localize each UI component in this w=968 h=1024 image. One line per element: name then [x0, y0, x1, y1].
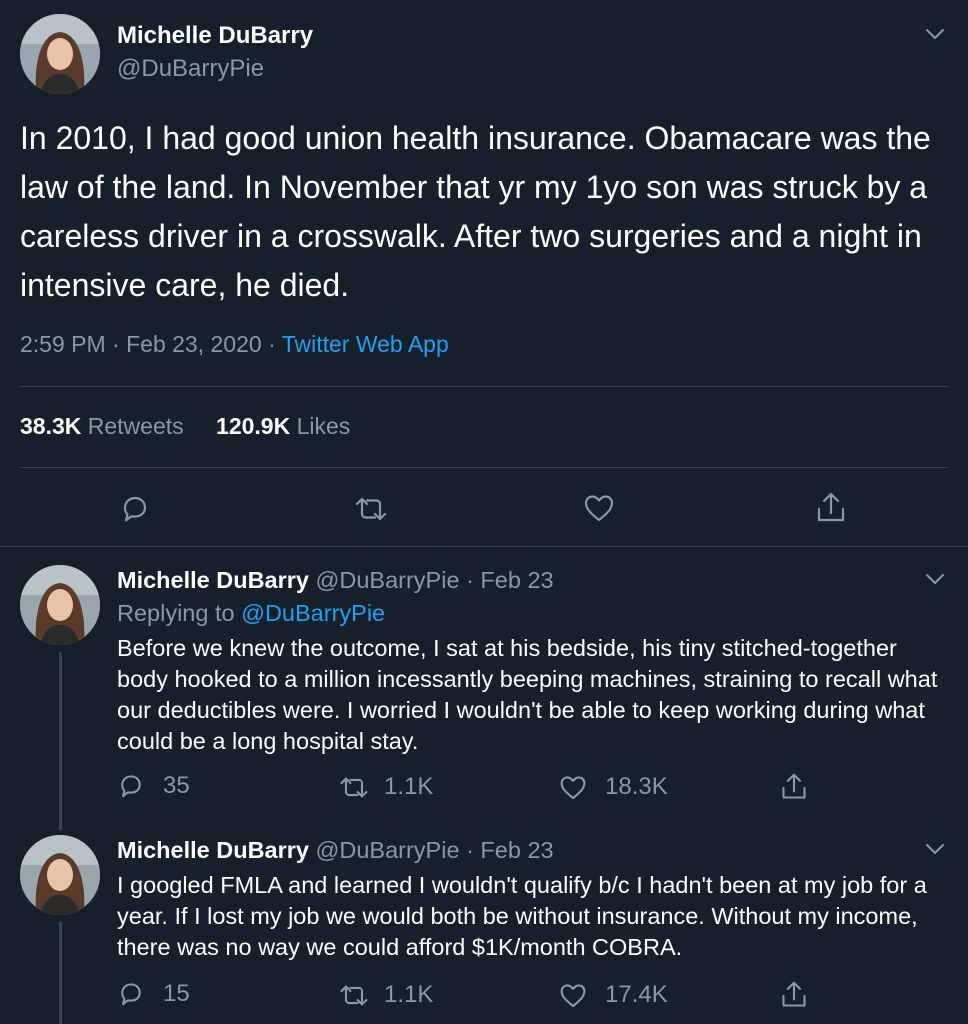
reply-icon: [117, 980, 145, 1008]
reply-text: Before we knew the outcome, I sat at his…: [117, 635, 938, 754]
chevron-down-icon[interactable]: [924, 841, 946, 857]
replying-to-label: Replying to: [117, 600, 235, 626]
chevron-down-icon[interactable]: [924, 571, 946, 587]
author-handle[interactable]: @DuBarryPie: [117, 55, 264, 83]
share-icon[interactable]: [780, 772, 808, 802]
retweet-count: 1.1K: [384, 981, 434, 1008]
like-count: 17.4K: [605, 981, 668, 1008]
reply-header: Michelle DuBarry @DuBarryPie · Feb 23: [117, 567, 554, 594]
tweet-source-link[interactable]: Twitter Web App: [282, 331, 449, 357]
retweets-stat[interactable]: 38.3K Retweets: [20, 413, 190, 439]
like-icon[interactable]: [583, 493, 615, 523]
avatar[interactable]: [20, 565, 100, 645]
retweet-icon: [338, 774, 370, 801]
replying-to: Replying to @DuBarryPie: [117, 600, 385, 627]
like-icon: [559, 982, 587, 1009]
share-icon[interactable]: [780, 980, 808, 1010]
tweet-date[interactable]: Feb 23, 2020: [126, 331, 262, 357]
tweet-text: In 2010, I had good union health insuran…: [20, 120, 931, 303]
like-count: 18.3K: [605, 773, 668, 800]
divider: [20, 467, 948, 468]
meta-separator: ·: [112, 331, 120, 357]
thread-connector: [59, 652, 62, 830]
author-name[interactable]: Michelle DuBarry: [117, 22, 313, 50]
retweet-icon[interactable]: [353, 494, 389, 524]
retweets-label: Retweets: [87, 413, 184, 439]
reply-stat[interactable]: 15: [117, 980, 190, 1008]
reply-stat[interactable]: 35: [117, 772, 190, 800]
retweet-stat[interactable]: 1.1K: [338, 981, 433, 1009]
share-icon[interactable]: [815, 491, 847, 525]
retweet-count: 1.1K: [384, 773, 434, 800]
meta-separator: ·: [466, 837, 474, 863]
reply-header: Michelle DuBarry @DuBarryPie · Feb 23: [117, 837, 554, 864]
reply-date[interactable]: Feb 23: [480, 837, 553, 863]
thread-connector: [59, 922, 62, 1024]
tweet-meta: 2:59 PM · Feb 23, 2020 · Twitter Web App: [20, 331, 449, 358]
likes-count: 120.9K: [216, 413, 291, 439]
tweet-time[interactable]: 2:59 PM: [20, 331, 106, 357]
author-handle[interactable]: @DuBarryPie: [316, 837, 460, 863]
retweets-count: 38.3K: [20, 413, 82, 439]
reply-icon: [117, 772, 145, 800]
reply-count: 15: [163, 980, 190, 1007]
avatar[interactable]: [20, 14, 100, 94]
likes-stat[interactable]: 120.9K Likes: [216, 413, 350, 439]
divider: [0, 546, 968, 547]
reply-icon[interactable]: [119, 493, 151, 525]
like-stat[interactable]: 18.3K: [559, 773, 668, 801]
like-icon: [559, 774, 587, 801]
chevron-down-icon[interactable]: [924, 26, 946, 42]
retweet-icon: [338, 982, 370, 1009]
divider: [20, 386, 948, 387]
reply-count: 35: [163, 772, 190, 799]
author-name[interactable]: Michelle DuBarry: [117, 837, 309, 863]
replying-to-handle[interactable]: @DuBarryPie: [241, 600, 385, 626]
tweet-stats: 38.3K Retweets 120.9K Likes: [20, 413, 350, 440]
like-stat[interactable]: 17.4K: [559, 981, 668, 1009]
meta-separator: ·: [268, 331, 276, 357]
reply-text: I googled FMLA and learned I wouldn't qu…: [117, 872, 927, 960]
author-handle[interactable]: @DuBarryPie: [316, 567, 460, 593]
author-name[interactable]: Michelle DuBarry: [117, 567, 309, 593]
likes-label: Likes: [296, 413, 351, 439]
avatar[interactable]: [20, 835, 100, 915]
reply-date[interactable]: Feb 23: [480, 567, 553, 593]
meta-separator: ·: [466, 567, 474, 593]
retweet-stat[interactable]: 1.1K: [338, 773, 433, 801]
